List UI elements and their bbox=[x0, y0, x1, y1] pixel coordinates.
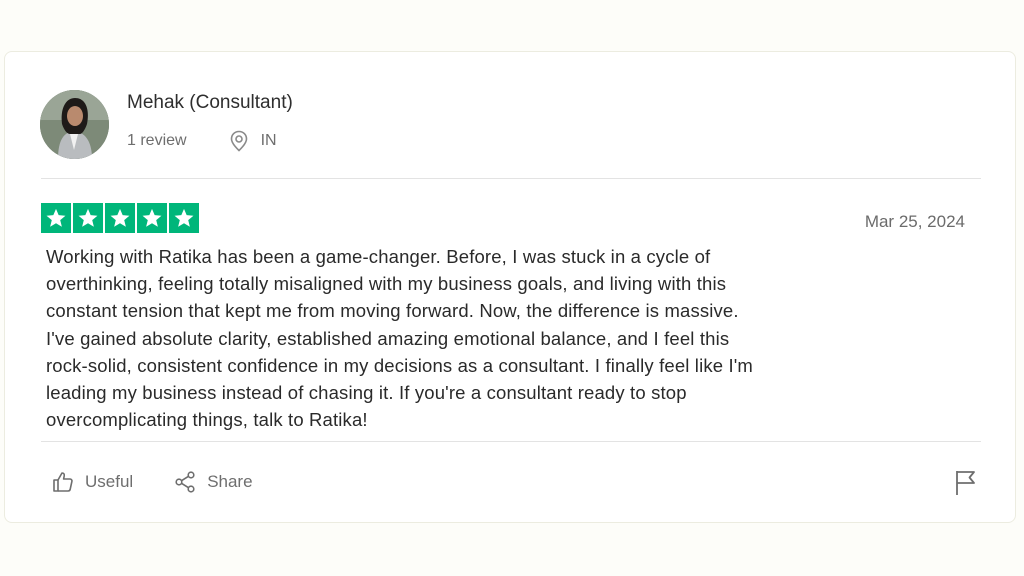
reviewer-location: IN bbox=[229, 130, 277, 152]
location-pin-icon bbox=[230, 130, 247, 152]
review-actions: Useful Share bbox=[51, 470, 253, 494]
review-date: Mar 25, 2024 bbox=[864, 212, 965, 231]
star-icon bbox=[41, 203, 71, 233]
review-card: Mehak (Consultant) 1 review IN Mar 25, 2… bbox=[4, 51, 1016, 523]
star-icon bbox=[137, 203, 167, 233]
avatar-image bbox=[40, 90, 109, 159]
useful-button[interactable]: Useful bbox=[51, 470, 133, 494]
flag-icon bbox=[956, 471, 975, 495]
star-icon bbox=[169, 203, 199, 233]
review-text-line: overthinking, feeling totally misaligned… bbox=[46, 273, 727, 295]
review-text-line: I've gained absolute clarity, establishe… bbox=[46, 327, 730, 349]
review-text-line: rock-solid, consistent confidence in my … bbox=[46, 354, 753, 376]
star-rating bbox=[41, 203, 199, 233]
footer-divider bbox=[41, 441, 981, 442]
reviewer-country: IN bbox=[260, 132, 277, 149]
thumbs-up-icon bbox=[53, 472, 73, 492]
review-text-line: overcomplicating things, talk to Ratika! bbox=[46, 409, 368, 431]
star-icon bbox=[73, 203, 103, 233]
header-divider bbox=[41, 178, 981, 179]
reviewer-name[interactable]: Mehak (Consultant) bbox=[127, 92, 293, 114]
report-button[interactable] bbox=[953, 468, 977, 501]
review-text-line: leading my business instead of chasing i… bbox=[46, 382, 687, 404]
reviewer-avatar[interactable] bbox=[40, 90, 109, 159]
useful-label: Useful bbox=[85, 472, 134, 491]
review-text-line: constant tension that kept me from movin… bbox=[46, 300, 739, 322]
reviewer-meta: 1 review IN bbox=[127, 130, 277, 152]
share-button[interactable]: Share bbox=[173, 470, 253, 494]
review-count: 1 review bbox=[127, 132, 187, 149]
star-icon bbox=[105, 203, 135, 233]
review-text: Working with Ratika has been a game-chan… bbox=[46, 243, 866, 433]
share-icon bbox=[175, 471, 195, 493]
share-label: Share bbox=[207, 472, 253, 491]
review-text-line: Working with Ratika has been a game-chan… bbox=[46, 246, 711, 267]
